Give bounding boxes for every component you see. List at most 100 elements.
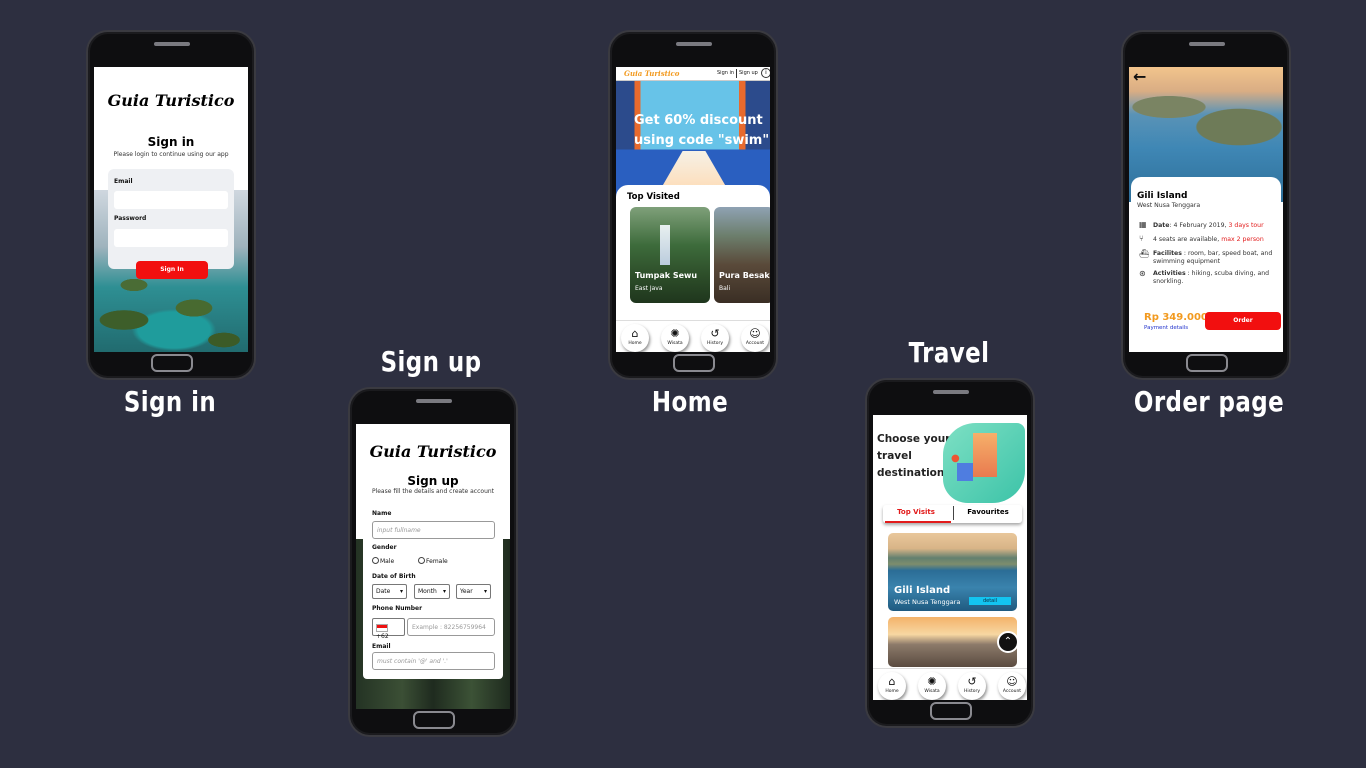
- phone-home-button: [1186, 354, 1228, 372]
- dob-date-value: Date: [376, 588, 391, 595]
- home-topbar: Guia Turistico Sign in Sign up i: [616, 67, 770, 81]
- email-label: Email: [114, 178, 133, 185]
- tab-divider: [953, 506, 954, 520]
- home-screen: Get 60% discount using code "swim" Guia …: [616, 67, 770, 352]
- building-illustration: [973, 433, 997, 477]
- nav-label: History: [963, 689, 980, 694]
- card-title: Gili Island: [894, 585, 951, 596]
- destination-name: Tumpak Sewu: [635, 271, 698, 280]
- topbar-divider: [736, 69, 737, 78]
- destination-card[interactable]: Tumpak Sewu East Java: [630, 207, 710, 303]
- phone-country-select[interactable]: +62: [372, 618, 405, 640]
- destination-card[interactable]: Gili Island West Nusa Tenggara detail: [888, 533, 1017, 611]
- nav-label: Home: [628, 341, 642, 346]
- signup-link[interactable]: Sign up: [739, 70, 758, 76]
- nav-history[interactable]: ↺ History: [958, 672, 986, 700]
- signin-subtitle: Please login to continue using our app: [113, 151, 229, 158]
- history-icon: ↺: [710, 327, 720, 340]
- detail-button[interactable]: detail: [969, 597, 1011, 605]
- nav-label: Home: [885, 689, 899, 694]
- user-icon: ☺: [749, 327, 761, 340]
- phone-field[interactable]: Example : 82256759964: [407, 618, 495, 636]
- nav-history[interactable]: ↺ History: [701, 324, 729, 352]
- destination-name: Pura Besakih: [719, 271, 770, 280]
- gender-label: Gender: [372, 544, 397, 551]
- signin-link[interactable]: Sign in: [717, 70, 734, 76]
- caption-order: Order page: [1133, 385, 1285, 418]
- banner-text: Get 60% discount using code "swim": [634, 113, 770, 148]
- order-title: Gili Island: [1137, 191, 1188, 201]
- dob-month-select[interactable]: Month ▾: [414, 584, 450, 599]
- date-value: : 4 February 2019,: [1169, 222, 1229, 229]
- phone-speaker: [154, 42, 190, 46]
- gender-male-radio[interactable]: Male: [372, 557, 394, 565]
- bottom-nav: ⌂ Home ✺ Wisata ↺ History ☺ Account: [873, 668, 1027, 700]
- phone-speaker: [676, 42, 712, 46]
- scroll-top-button[interactable]: ⌃: [997, 631, 1019, 653]
- brand-logo: Guia Turistico: [107, 91, 235, 110]
- back-arrow-icon[interactable]: ←: [1133, 67, 1146, 86]
- history-icon: ↺: [967, 675, 977, 688]
- destination-location: Bali: [719, 285, 731, 292]
- phone-home-button: [930, 702, 972, 720]
- nav-home[interactable]: ⌂ Home: [878, 672, 906, 700]
- phone-home-button: [413, 711, 455, 729]
- chevron-down-icon: ▾: [483, 588, 487, 595]
- order-location: West Nusa Tenggara: [1137, 202, 1201, 209]
- destination-card[interactable]: Pura Besakih Bali: [714, 207, 770, 303]
- payment-details-link[interactable]: Payment details: [1144, 325, 1188, 331]
- signup-screen: Guia Turistico Sign up Please fill the d…: [356, 424, 510, 709]
- luggage-illustration: [957, 463, 973, 481]
- seat-icon: ⑂: [1139, 234, 1144, 243]
- dob-year-select[interactable]: Year ▾: [456, 584, 491, 599]
- order-card: Gili Island West Nusa Tenggara ▦ Date: 4 …: [1131, 177, 1281, 352]
- chevron-down-icon: ▾: [399, 588, 403, 595]
- price: Rp 349.000: [1144, 312, 1208, 323]
- bottom-nav: ⌂ Home ✺ Wisata ↺ History ☺ Account: [616, 320, 770, 352]
- phone-signin: Guia Turistico Sign in Please login to c…: [86, 30, 256, 380]
- phone-travel: Choose your travel destination ● Top Vis…: [865, 378, 1035, 728]
- order-button[interactable]: Order: [1205, 312, 1281, 330]
- name-label: Name: [372, 510, 392, 517]
- home-icon: ⌂: [888, 675, 896, 688]
- nav-account[interactable]: ☺ Account: [998, 672, 1026, 700]
- info-icon[interactable]: i: [761, 68, 770, 78]
- password-field[interactable]: [114, 229, 228, 247]
- promo-banner[interactable]: Get 60% discount using code "swim": [616, 81, 770, 199]
- email-field[interactable]: [114, 191, 228, 209]
- nav-label: Wisata: [667, 341, 683, 346]
- tab-favourites[interactable]: Favourites: [955, 508, 1021, 516]
- card-location: West Nusa Tenggara: [894, 598, 961, 606]
- gender-female-radio[interactable]: Female: [418, 557, 448, 565]
- nav-label: Account: [1002, 689, 1022, 694]
- phone-signup: Guia Turistico Sign up Please fill the d…: [348, 387, 518, 737]
- activities-row: ⊛ Activities : hiking, scuba diving, and …: [1139, 270, 1277, 286]
- flag-indonesia-icon: [376, 624, 388, 632]
- tab-top-visits[interactable]: Top Visits: [885, 508, 947, 516]
- password-label: Password: [114, 215, 147, 222]
- nav-label: History: [706, 341, 723, 346]
- signup-email-field[interactable]: must contain '@' and '.': [372, 652, 495, 670]
- caption-travel: Travel: [908, 336, 990, 369]
- signin-button[interactable]: Sign In: [136, 261, 208, 279]
- nav-wisata[interactable]: ✺ Wisata: [661, 324, 689, 352]
- caption-home: Home: [651, 385, 729, 418]
- travel-illustration: ●: [943, 423, 1025, 503]
- nav-account[interactable]: ☺ Account: [741, 324, 769, 352]
- seats-text: 4 seats are available,: [1153, 236, 1222, 243]
- seats-max: max 2 person: [1221, 236, 1264, 243]
- name-field[interactable]: input fullname: [372, 521, 495, 539]
- nav-wisata[interactable]: ✺ Wisata: [918, 672, 946, 700]
- caption-signup: Sign up: [380, 345, 482, 378]
- date-label: Date: [1153, 222, 1170, 229]
- chevron-down-icon: ▾: [442, 588, 446, 595]
- dob-date-select[interactable]: Date ▾: [372, 584, 407, 599]
- calendar-icon: ▦: [1139, 220, 1147, 229]
- phone-code: +62: [376, 633, 389, 640]
- facilities-label: Facilites: [1153, 250, 1182, 257]
- caption-signin: Sign in: [123, 385, 217, 418]
- signin-form: Email Password: [108, 169, 234, 269]
- date-row: ▦ Date: 4 February 2019, 3 days tour: [1139, 221, 1277, 230]
- nav-home[interactable]: ⌂ Home: [621, 324, 649, 352]
- boat-icon: ⛴: [1139, 249, 1150, 258]
